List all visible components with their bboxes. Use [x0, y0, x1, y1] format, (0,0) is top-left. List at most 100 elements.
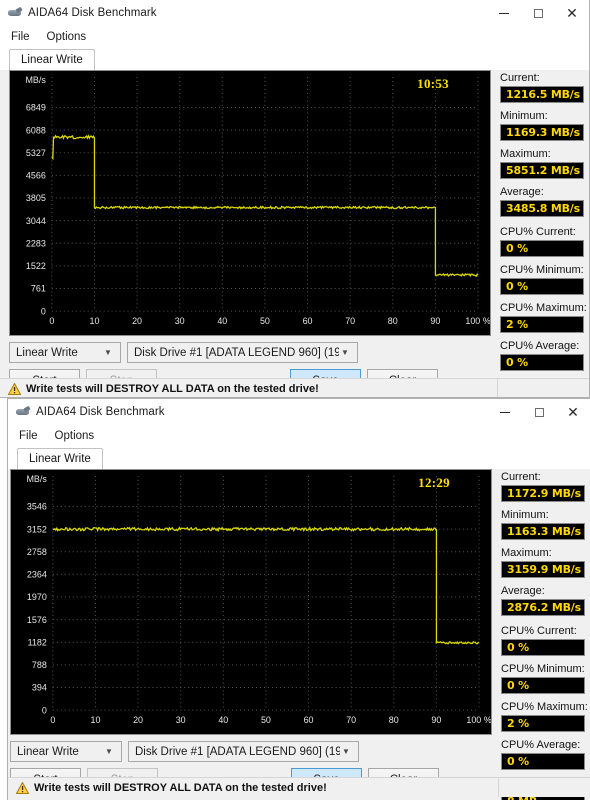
benchmark-mode-select[interactable]: Linear Write ▼ — [10, 741, 122, 762]
close-button[interactable]: ✕ — [555, 0, 589, 26]
menu-options[interactable]: Options — [47, 31, 87, 43]
close-button[interactable]: ✕ — [556, 399, 590, 425]
titlebar-bottom[interactable]: AIDA64 Disk Benchmark ✕ — [8, 399, 590, 425]
chart-gridlines — [51, 76, 479, 312]
svg-text:2283: 2283 — [26, 238, 46, 248]
chart-x-tick-labels: 0 10 20 30 40 50 60 70 80 90 100 % — [50, 715, 491, 725]
benchmark-mode-select[interactable]: Linear Write ▼ — [9, 342, 121, 363]
menubar-top: File Options — [0, 26, 589, 48]
stat-item: Minimum: 1163.3 MB/s — [501, 509, 585, 540]
stat-item: Maximum: 3159.9 MB/s — [501, 547, 585, 578]
menu-file[interactable]: File — [11, 31, 30, 43]
warning-icon — [16, 781, 29, 794]
chart-plot-area: MB/s 0 394 788 1182 1576 1970 2364 2758 3152 3546 … — [10, 469, 492, 735]
menu-file[interactable]: File — [19, 430, 38, 442]
window-title: AIDA64 Disk Benchmark — [28, 7, 157, 19]
svg-text:6088: 6088 — [26, 125, 46, 135]
svg-text:3805: 3805 — [26, 193, 46, 203]
svg-text:761: 761 — [31, 284, 46, 294]
svg-text:100 %: 100 % — [465, 316, 490, 326]
svg-text:788: 788 — [32, 660, 47, 670]
svg-text:0: 0 — [41, 306, 46, 316]
minimize-button[interactable] — [488, 399, 522, 425]
svg-text:1182: 1182 — [28, 637, 47, 647]
tabstrip-top: Linear Write — [0, 48, 589, 70]
stat-item: CPU% Minimum: 0 % — [501, 663, 585, 694]
svg-text:70: 70 — [345, 316, 355, 326]
svg-text:20: 20 — [133, 715, 143, 725]
drive-select[interactable]: Disk Drive #1 [ADATA LEGEND 960] (1907.7… — [127, 342, 358, 363]
stat-label: Minimum: — [501, 509, 549, 521]
svg-text:3044: 3044 — [26, 216, 46, 226]
svg-text:5327: 5327 — [26, 148, 46, 158]
tab-linear-write[interactable]: Linear Write — [9, 49, 95, 70]
stat-label: Maximum: — [500, 148, 551, 160]
stat-value: 2 % — [501, 715, 585, 732]
desktop-root: AIDA64 Disk Benchmark ✕ File Options Lin… — [0, 0, 590, 800]
stat-item: Maximum: 5851.2 MB/s — [500, 148, 584, 179]
svg-text:60: 60 — [303, 316, 313, 326]
warning-divider — [497, 379, 498, 397]
svg-text:4566: 4566 — [26, 171, 46, 181]
stat-value: 1172.9 MB/s — [501, 485, 585, 502]
svg-text:30: 30 — [175, 316, 185, 326]
svg-text:80: 80 — [389, 715, 399, 725]
stat-item: CPU% Average: 0 % — [501, 739, 585, 770]
elapsed-timer: 10:53 — [417, 76, 449, 91]
chart-svg: MB/s 0 761 1522 2283 3044 3805 4566 5327 6088 6849… — [25, 75, 490, 326]
stat-item: CPU% Minimum: 0 % — [500, 264, 584, 295]
stat-item: Average: 2876.2 MB/s — [501, 585, 585, 616]
svg-text:MB/s: MB/s — [25, 75, 46, 85]
stat-value: 0 % — [501, 753, 585, 770]
stat-value: 3159.9 MB/s — [501, 561, 585, 578]
stat-label: Minimum: — [500, 110, 548, 122]
stat-label: CPU% Average: — [500, 340, 580, 352]
menu-options[interactable]: Options — [55, 430, 95, 442]
controls-row-selectors: Linear Write ▼ Disk Drive #1 [ADATA LEGE… — [10, 741, 359, 762]
stat-value: 0 % — [501, 677, 585, 694]
chart-y-tick-labels: MB/s 0 761 1522 2283 3044 3805 4566 5327 6088 6849 — [25, 75, 46, 316]
svg-text:0: 0 — [49, 316, 54, 326]
stat-label: Average: — [501, 585, 545, 597]
svg-text:30: 30 — [176, 715, 186, 725]
svg-text:80: 80 — [388, 316, 398, 326]
stat-value: 5851.2 MB/s — [500, 162, 584, 179]
svg-text:394: 394 — [32, 683, 47, 693]
window-controls-top: ✕ — [487, 0, 589, 26]
svg-text:0: 0 — [50, 715, 55, 725]
menubar-bottom: File Options — [8, 425, 590, 447]
stats-panel-bottom: Current: 1172.9 MB/s Minimum: 1163.3 MB/s Ma… — [501, 471, 588, 800]
svg-text:90: 90 — [430, 316, 440, 326]
controls-row-selectors: Linear Write ▼ Disk Drive #1 [ADATA LEGE… — [9, 342, 358, 363]
drive-select[interactable]: Disk Drive #1 [ADATA LEGEND 960] (1907.7… — [128, 741, 359, 762]
throughput-chart-top: MB/s 0 761 1522 2283 3044 3805 4566 5327 6088 6849… — [9, 70, 491, 336]
titlebar-top[interactable]: AIDA64 Disk Benchmark ✕ — [0, 0, 589, 26]
svg-text:2758: 2758 — [27, 547, 47, 557]
minimize-button[interactable] — [487, 0, 521, 26]
svg-text:100 %: 100 % — [466, 715, 491, 725]
chevron-down-icon: ▼ — [105, 747, 113, 756]
svg-text:3152: 3152 — [27, 524, 47, 534]
stat-value: 3485.8 MB/s — [500, 200, 584, 217]
stat-value: 0 % — [500, 278, 584, 295]
chart-plot-area: MB/s 0 761 1522 2283 3044 3805 4566 5327 6088 6849… — [9, 70, 491, 336]
stat-item: Current: 1172.9 MB/s — [501, 471, 585, 502]
maximize-button[interactable] — [522, 399, 556, 425]
stat-value: 2876.2 MB/s — [501, 599, 585, 616]
warning-bar-bottom: Write tests will DESTROY ALL DATA on the… — [8, 777, 590, 797]
stat-label: CPU% Maximum: — [500, 302, 587, 314]
svg-text:6849: 6849 — [26, 103, 46, 113]
svg-text:10: 10 — [90, 715, 100, 725]
tab-linear-write[interactable]: Linear Write — [17, 448, 103, 469]
maximize-button[interactable] — [521, 0, 555, 26]
chart-y-tick-labels: MB/s 0 394 788 1182 1576 1970 2364 2758 3152 3546 — [26, 474, 47, 715]
window-title: AIDA64 Disk Benchmark — [36, 406, 165, 418]
aida64-window-top: AIDA64 Disk Benchmark ✕ File Options Lin… — [0, 0, 590, 398]
stat-value: 2 % — [500, 316, 584, 333]
aida64-window-bottom: AIDA64 Disk Benchmark ✕ File Options Lin… — [7, 398, 590, 800]
stat-item: Current: 1216.5 MB/s — [500, 72, 584, 103]
stat-label: CPU% Current: — [500, 226, 576, 238]
stat-value: 1163.3 MB/s — [501, 523, 585, 540]
chevron-down-icon: ▼ — [341, 348, 349, 357]
chevron-down-icon: ▼ — [342, 747, 350, 756]
